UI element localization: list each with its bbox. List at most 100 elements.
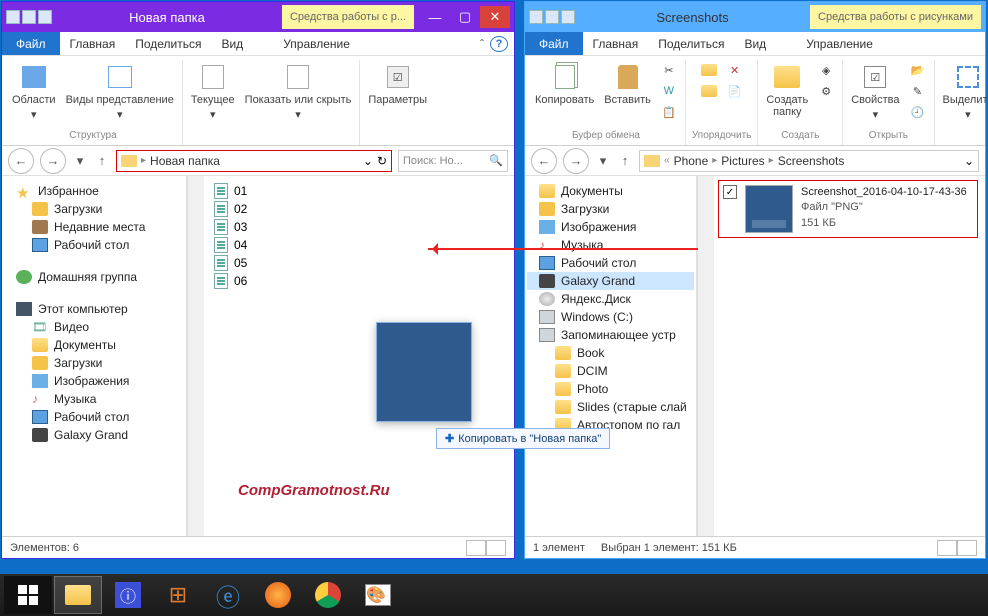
taskbar-app-1[interactable]: ⓘ [104, 576, 152, 614]
move-button[interactable] [699, 60, 719, 80]
back-button[interactable]: ← [8, 148, 34, 174]
taskbar-firefox[interactable] [254, 576, 302, 614]
contextual-tab[interactable]: Средства работы с рисунками [810, 5, 981, 29]
nav-downloads2[interactable]: Загрузки [4, 354, 184, 372]
new-folder-button[interactable]: Создать папку [764, 60, 810, 120]
paste-button[interactable]: Вставить [602, 60, 653, 108]
address-field[interactable]: ▸ Новая папка ⌄↻ [116, 150, 392, 172]
taskbar-ie[interactable]: ⓔ [204, 576, 252, 614]
nav-thispc[interactable]: Этот компьютер [4, 300, 184, 318]
qat-icons[interactable] [6, 10, 52, 24]
copy-path-button[interactable]: W [659, 81, 679, 101]
nav-galaxy[interactable]: Galaxy Grand [527, 272, 694, 290]
rename-button[interactable]: 📄 [725, 81, 745, 101]
nav-desktop[interactable]: Рабочий стол [527, 254, 694, 272]
properties-button[interactable]: ☑Свойства▾ [849, 60, 901, 123]
list-item[interactable]: 03 [214, 218, 504, 236]
history-button[interactable]: 🕘 [908, 102, 928, 122]
tab-file[interactable]: Файл [2, 32, 60, 55]
select-button[interactable]: Выделить▾ [941, 60, 988, 123]
maximize-button[interactable]: ▢ [450, 6, 480, 28]
taskbar-explorer[interactable] [54, 576, 102, 614]
list-item[interactable]: 01 [214, 182, 504, 200]
ribbon-collapse-icon[interactable]: ˆ [474, 37, 490, 51]
nav-scrollbar[interactable] [187, 176, 204, 536]
minimize-button[interactable]: — [420, 6, 450, 28]
nav-desktop[interactable]: Рабочий стол [4, 236, 184, 254]
address-dropdown-icon[interactable]: ⌄ [964, 154, 974, 168]
show-hide-button[interactable]: Показать или скрыть▾ [243, 60, 354, 123]
back-button[interactable]: ← [531, 148, 557, 174]
up-button[interactable]: ↑ [94, 148, 110, 174]
nav-galaxy[interactable]: Galaxy Grand [4, 426, 184, 444]
new-item-button[interactable]: ◈ [816, 60, 836, 80]
nav-pictures[interactable]: Изображения [4, 372, 184, 390]
list-item[interactable]: 06 [214, 272, 504, 290]
copy-button[interactable]: Копировать [533, 60, 596, 108]
taskbar-app-2[interactable]: ⊞ [154, 576, 202, 614]
taskbar-chrome[interactable] [304, 576, 352, 614]
history-dropdown[interactable]: ▾ [595, 148, 611, 174]
help-icon[interactable]: ? [490, 36, 508, 52]
nav-dcim[interactable]: DCIM [527, 362, 694, 380]
forward-button[interactable]: → [40, 148, 66, 174]
tab-home[interactable]: Главная [60, 32, 126, 55]
checkbox-icon[interactable]: ✓ [723, 185, 737, 199]
up-button[interactable]: ↑ [617, 148, 633, 174]
address-field[interactable]: « Phone▸ Pictures▸ Screenshots ⌄ [639, 150, 979, 172]
tab-share[interactable]: Поделиться [648, 32, 734, 55]
navigation-pane[interactable]: Документы Загрузки Изображения ♪Музыка Р… [525, 176, 697, 536]
tab-manage[interactable]: Управление [796, 32, 883, 55]
contextual-tab[interactable]: Средства работы с р... [282, 5, 414, 29]
navigation-pane[interactable]: ★Избранное Загрузки Недавние места Рабоч… [2, 176, 187, 536]
nav-documents[interactable]: Документы [4, 336, 184, 354]
tab-home[interactable]: Главная [583, 32, 649, 55]
tab-share[interactable]: Поделиться [125, 32, 211, 55]
tab-view[interactable]: Вид [734, 32, 776, 55]
nav-downloads[interactable]: Загрузки [527, 200, 694, 218]
nav-photo[interactable]: Photo [527, 380, 694, 398]
tab-file[interactable]: Файл [525, 32, 583, 55]
start-button[interactable] [4, 576, 52, 614]
nav-desktop2[interactable]: Рабочий стол [4, 408, 184, 426]
delete-button[interactable]: ✕ [725, 60, 745, 80]
current-view-button[interactable]: Текущее▾ [189, 60, 237, 123]
nav-music[interactable]: ♪Музыка [527, 236, 694, 254]
paste-shortcut-button[interactable]: 📋 [659, 102, 679, 122]
close-button[interactable]: ✕ [480, 6, 510, 28]
taskbar-paint[interactable]: 🎨 [354, 576, 402, 614]
view-toggle[interactable] [937, 540, 977, 556]
nav-video[interactable]: 🎞Видео [4, 318, 184, 336]
easy-access-button[interactable]: ⚙ [816, 81, 836, 101]
nav-homegroup[interactable]: Домашняя группа [4, 268, 184, 286]
copy-to-button[interactable] [699, 81, 719, 101]
views-button[interactable]: Виды представление▾ [64, 60, 176, 123]
nav-slides[interactable]: Slides (старые слай [527, 398, 694, 416]
nav-downloads[interactable]: Загрузки [4, 200, 184, 218]
forward-button[interactable]: → [563, 148, 589, 174]
edit-button[interactable]: ✎ [908, 81, 928, 101]
nav-scrollbar[interactable] [697, 176, 714, 536]
list-item[interactable]: 05 [214, 254, 504, 272]
address-dropdown-icon[interactable]: ⌄ [363, 154, 373, 168]
open-button[interactable]: 📂 [908, 60, 928, 80]
nav-yadisk[interactable]: Яндекс.Диск [527, 290, 694, 308]
tab-view[interactable]: Вид [211, 32, 253, 55]
taskbar[interactable]: ⓘ ⊞ ⓔ 🎨 [0, 574, 988, 616]
refresh-icon[interactable]: ↻ [377, 154, 387, 168]
list-item[interactable]: 02 [214, 200, 504, 218]
cut-button[interactable]: ✂ [659, 60, 679, 80]
list-item[interactable]: 04 [214, 236, 504, 254]
panes-button[interactable]: Области▾ [10, 60, 58, 123]
nav-recent[interactable]: Недавние места [4, 218, 184, 236]
options-button[interactable]: ☑Параметры [366, 60, 429, 108]
titlebar[interactable]: Screenshots Средства работы с рисунками [525, 2, 985, 32]
nav-book[interactable]: Book [527, 344, 694, 362]
nav-winc[interactable]: Windows (C:) [527, 308, 694, 326]
nav-favorites[interactable]: ★Избранное [4, 182, 184, 200]
file-item-selected[interactable]: ✓ Screenshot_2016-04-10-17-43-36 Файл "P… [718, 180, 978, 238]
nav-storage[interactable]: Запоминающее устр [527, 326, 694, 344]
search-input[interactable]: Поиск: Но...🔍 [398, 150, 508, 172]
tab-manage[interactable]: Управление [273, 32, 360, 55]
nav-pictures[interactable]: Изображения [527, 218, 694, 236]
